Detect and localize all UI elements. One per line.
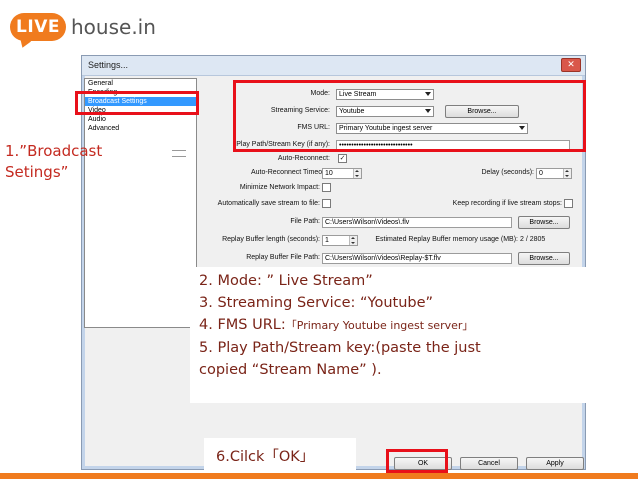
spinner-arrows-icon[interactable] (349, 236, 357, 245)
filepath-browse-button[interactable]: Browse... (518, 216, 570, 229)
step1-line2: Setings” (5, 163, 69, 181)
settings-sidebar: General Encoding Broadcast Settings Vide… (84, 78, 197, 328)
timeout-value: 10 (325, 170, 333, 177)
logo-badge: LIVE (10, 13, 66, 41)
delay-label: Delay (seconds): (481, 169, 534, 176)
replay-length-label: Replay Buffer length (seconds): (222, 236, 320, 243)
keep-recording-checkbox[interactable] (564, 199, 573, 208)
replay-length-value: 1 (325, 237, 329, 244)
timeout-label: Auto-Reconnect Timeout: (251, 169, 330, 176)
cancel-button[interactable]: Cancel (460, 457, 518, 470)
autoreconnect-label: Auto-Reconnect: (277, 155, 330, 162)
estimated-memory-value: 2 / 2805 (520, 236, 546, 243)
brand-bottom-bar (0, 473, 638, 479)
replay-path-input[interactable]: C:\Users\Wilson\Videos\Replay-$T.flv (322, 253, 512, 264)
estimated-memory-label: Estimated Replay Buffer memory usage (MB… (375, 236, 518, 243)
sidebar-item-advanced[interactable]: Advanced (85, 124, 196, 133)
sidebar-item-audio[interactable]: Audio (85, 115, 196, 124)
delay-spinner[interactable]: 0 (536, 168, 572, 179)
step1-annotation: 1.”Broadcast Setings” (5, 141, 155, 183)
autoreconnect-checkbox[interactable]: ✓ (338, 154, 347, 163)
keep-recording-label: Keep recording if live stream stops: (452, 200, 562, 207)
replay-path-browse-button[interactable]: Browse... (518, 252, 570, 265)
step3-text: 3. Streaming Service: “Youtube” (199, 295, 434, 311)
replay-length-spinner[interactable]: 1 (322, 235, 358, 246)
step1-line1: 1.”Broadcast (5, 142, 103, 160)
dialog-title: Settings... (88, 60, 129, 70)
highlight-broadcast-settings (75, 91, 199, 115)
apply-button[interactable]: Apply (526, 457, 584, 470)
step5-line1: 5. Play Path/Stream key:(paste the just (199, 340, 481, 356)
minimize-checkbox[interactable] (322, 183, 331, 192)
sidebar-item-general[interactable]: General (85, 79, 196, 88)
step6-text: 6.Cilck「OK」 (216, 449, 315, 465)
step4-value: 「Primary Youtube ingest server」 (285, 319, 474, 332)
instructions-panel: 2. Mode: ” Live Stream” 3. Streaming Ser… (190, 267, 594, 403)
step5-line2: copied “Stream Name” ). (199, 362, 382, 378)
timeout-spinner[interactable]: 10 (322, 168, 362, 179)
filepath-input[interactable]: C:\Users\Wilson\Videos\.flv (322, 217, 512, 228)
minimize-label: Minimize Network Impact: (239, 184, 320, 191)
livehouse-logo: LIVE house.in (10, 10, 156, 44)
highlight-ok-button (386, 449, 448, 473)
spinner-arrows-icon[interactable] (563, 169, 571, 178)
dialog-titlebar: Settings... ✕ (82, 56, 585, 76)
connector-line (172, 150, 186, 151)
highlight-stream-fields (233, 80, 586, 152)
filepath-label: File Path: (290, 218, 320, 225)
step4-text: 4. FMS URL:「Primary Youtube ingest serve… (199, 314, 594, 337)
delay-value: 0 (539, 170, 543, 177)
close-button[interactable]: ✕ (561, 58, 581, 72)
step4-prefix: 4. FMS URL: (199, 317, 286, 333)
connector-line (172, 156, 186, 157)
step6-panel: 6.Cilck「OK」 (204, 438, 356, 472)
logo-text: house.in (71, 15, 156, 39)
step2-text: 2. Mode: ” Live Stream” (199, 273, 373, 289)
spinner-arrows-icon[interactable] (353, 169, 361, 178)
replay-path-label: Replay Buffer File Path: (246, 254, 320, 261)
autosave-checkbox[interactable] (322, 199, 331, 208)
autosave-label: Automatically save stream to file: (217, 200, 320, 207)
